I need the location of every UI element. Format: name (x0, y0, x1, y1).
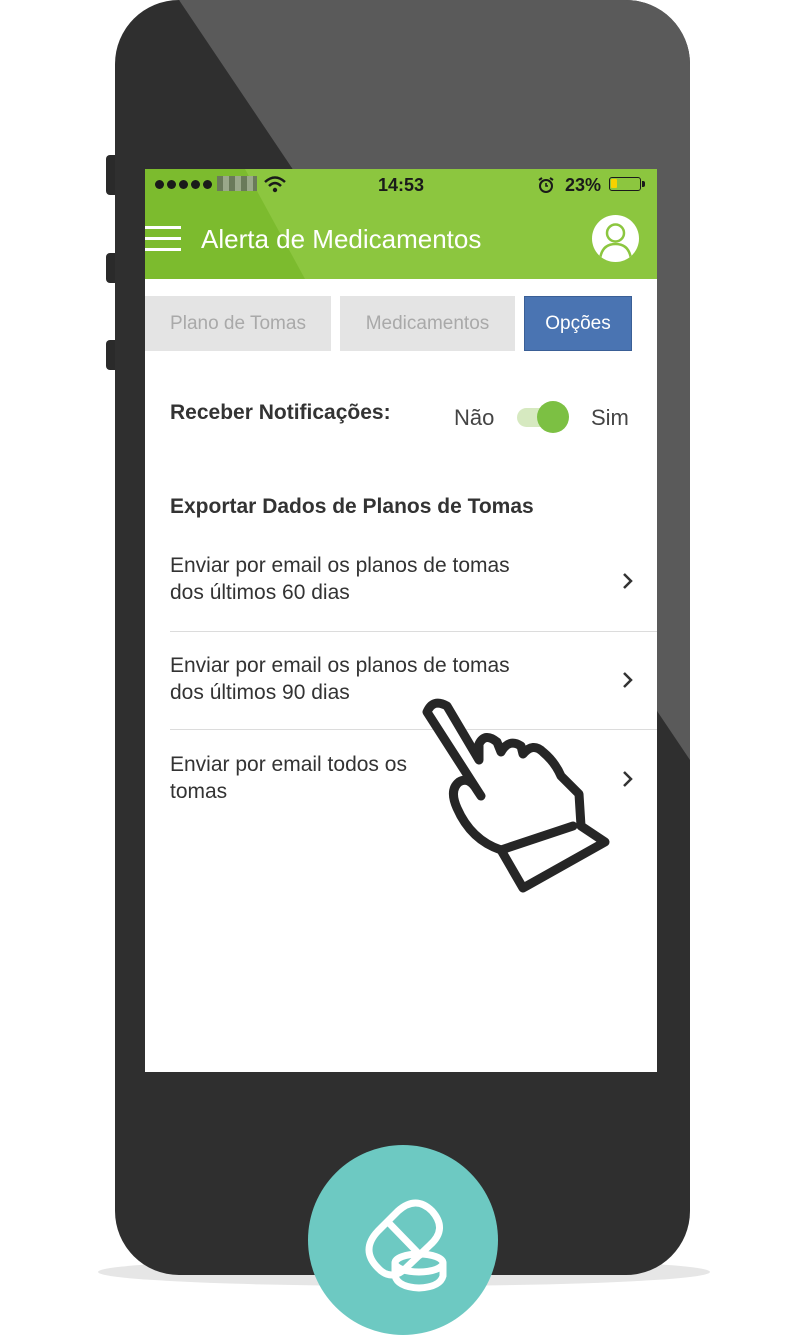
alarm-clock-icon (538, 177, 554, 193)
medication-badge (308, 1145, 498, 1335)
hamburger-menu-icon[interactable] (145, 226, 183, 252)
app-screen: 14:53 23% Alerta de Medicamentos Plano d… (145, 169, 657, 1072)
row-divider (170, 631, 657, 632)
battery-level-fill (611, 179, 617, 188)
export-section-title: Exportar Dados de Planos de Tomas (170, 495, 534, 518)
chevron-right-icon (623, 573, 633, 589)
export-option-text: Enviar por email os planos de tomas dos … (170, 552, 590, 606)
user-profile-icon[interactable] (592, 215, 639, 262)
toggle-on-label: Sim (591, 405, 629, 430)
notifications-label: Receber Notificações: (170, 401, 391, 424)
chevron-right-icon (623, 771, 633, 787)
tab-bar: Plano de Tomas Medicamentos Opções (145, 296, 657, 351)
hand-pointer-icon (422, 698, 610, 893)
notifications-toggle[interactable] (517, 401, 573, 433)
app-header: 14:53 23% Alerta de Medicamentos (145, 169, 657, 279)
export-option-line2: dos últimos 60 dias (170, 581, 350, 604)
export-option-line1: Enviar por email os planos de tomas (170, 654, 510, 677)
toggle-knob (537, 401, 569, 433)
chevron-right-icon (623, 672, 633, 688)
tab-medicamentos[interactable]: Medicamentos (340, 296, 515, 351)
status-bar: 14:53 23% (145, 169, 657, 201)
app-title: Alerta de Medicamentos (201, 224, 482, 254)
export-option-line1: Enviar por email os planos de tomas (170, 554, 510, 577)
pill-capsule-icon (365, 1199, 447, 1292)
battery-tip (642, 181, 645, 187)
tab-plano-de-tomas[interactable]: Plano de Tomas (145, 296, 331, 351)
export-option-60-days[interactable]: Enviar por email os planos de tomas dos … (170, 552, 657, 650)
tab-opcoes[interactable]: Opções (524, 296, 632, 351)
battery-percent: 23% (565, 175, 602, 195)
battery-icon (609, 177, 641, 191)
toggle-off-label: Não (454, 405, 495, 430)
